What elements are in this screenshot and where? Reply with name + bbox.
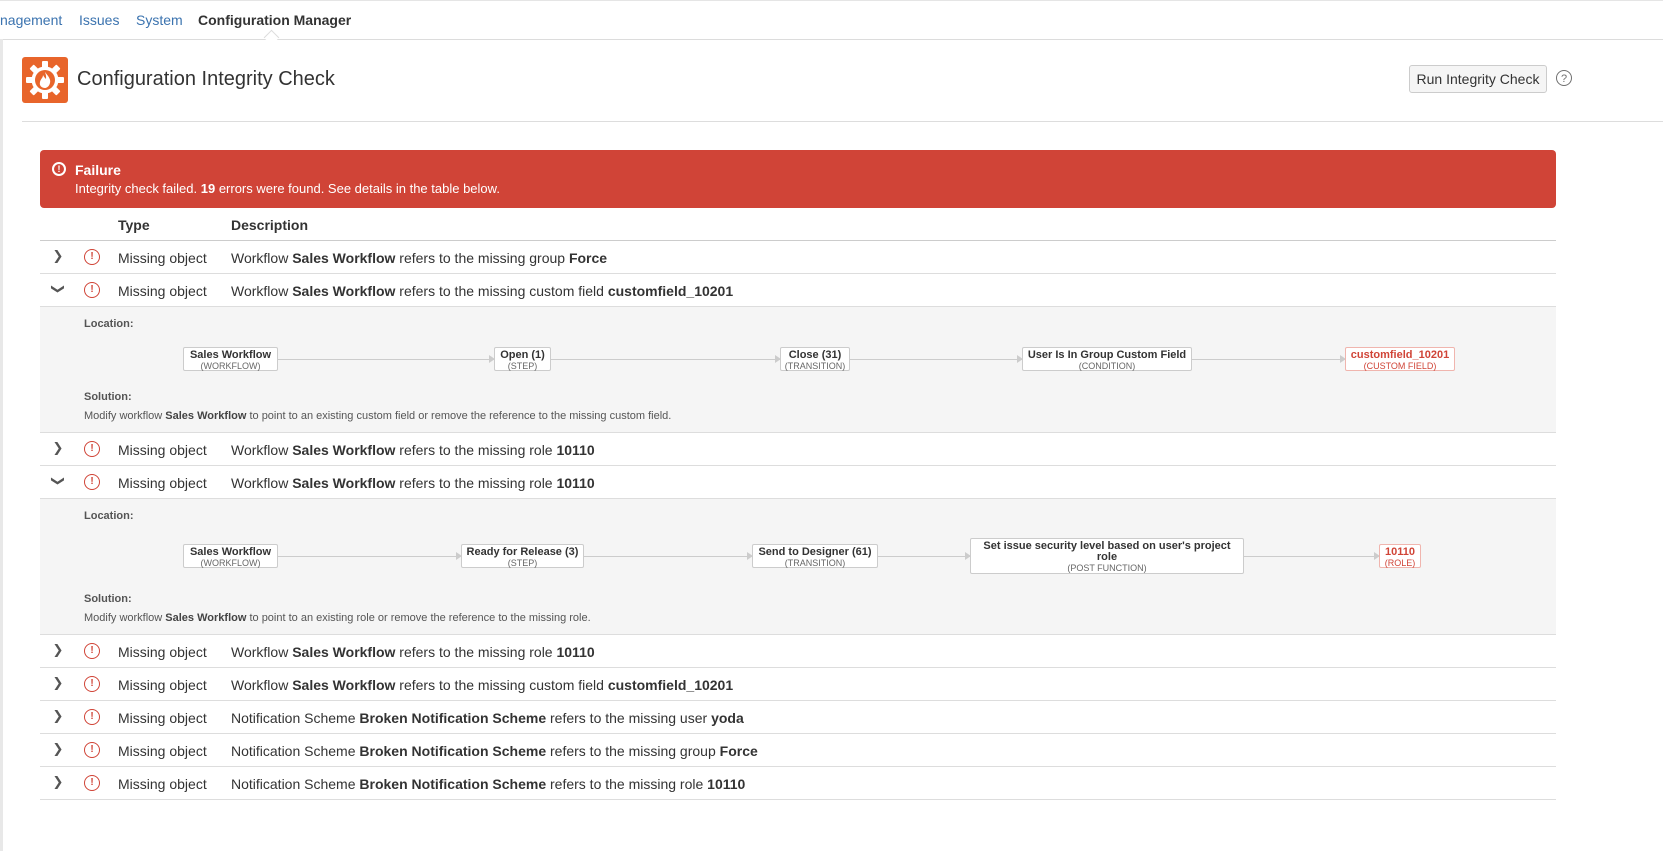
banner-title: Failure (75, 162, 121, 178)
path-node-missing-role: 10110 (ROLE) (1379, 544, 1421, 568)
path-arrow (278, 552, 462, 560)
nav-tab-system[interactable]: System (136, 12, 183, 28)
solution-text: Modify workflow Sales Workflow to point … (84, 612, 591, 624)
error-circle-icon: ! (84, 474, 100, 490)
run-integrity-check-button[interactable]: Run Integrity Check (1409, 65, 1547, 93)
path-arrow (1244, 552, 1380, 560)
table-row: ❯ ! Missing object Notification Scheme B… (40, 767, 1556, 800)
path-arrow (1192, 355, 1346, 363)
table-row: ❯ ! Missing object Workflow Sales Workfl… (40, 635, 1556, 668)
row-type: Missing object (118, 250, 207, 266)
failure-banner: ! Failure Integrity check failed. 19 err… (40, 150, 1556, 208)
table-row: ❯ ! Missing object Workflow Sales Workfl… (40, 241, 1556, 274)
row-description: Workflow Sales Workflow refers to the mi… (231, 250, 608, 266)
path-node-workflow: Sales Workflow (WORKFLOW) (183, 347, 278, 371)
error-circle-icon: ! (84, 441, 100, 457)
path-node-transition: Close (31) (TRANSITION) (780, 347, 850, 371)
row-type: Missing object (118, 442, 207, 458)
row-description: Workflow Sales Workflow refers to the mi… (231, 442, 595, 458)
column-header-type: Type (118, 217, 150, 233)
table-row: ❯ ! Missing object Notification Scheme B… (40, 734, 1556, 767)
error-circle-icon: ! (84, 676, 100, 692)
location-label: Location: (84, 318, 134, 330)
row-type: Missing object (118, 644, 207, 660)
chevron-right-icon[interactable]: ❯ (50, 642, 66, 658)
error-circle-icon: ! (84, 249, 100, 265)
chevron-down-icon[interactable]: ❯ (50, 281, 66, 297)
solution-label: Solution: (84, 391, 132, 403)
banner-message: Integrity check failed. 19 errors were f… (75, 181, 500, 196)
row-description: Workflow Sales Workflow refers to the mi… (231, 283, 734, 299)
location-label: Location: (84, 510, 134, 522)
error-circle-icon: ! (52, 162, 66, 176)
error-circle-icon: ! (84, 643, 100, 659)
path-node-workflow: Sales Workflow (WORKFLOW) (183, 544, 278, 568)
row-description: Workflow Sales Workflow refers to the mi… (231, 644, 595, 660)
row-description: Workflow Sales Workflow refers to the mi… (231, 475, 595, 491)
path-node-step: Open (1) (STEP) (494, 347, 551, 371)
top-navigation: nagement Issues System Configuration Man… (0, 0, 1663, 46)
error-circle-icon: ! (84, 282, 100, 298)
row-type: Missing object (118, 283, 207, 299)
row-description: Notification Scheme Broken Notification … (231, 743, 758, 759)
nav-tab-management[interactable]: nagement (0, 12, 62, 28)
row-description: Notification Scheme Broken Notification … (231, 710, 744, 726)
path-node-missing-custom-field: customfield_10201 (CUSTOM FIELD) (1345, 347, 1455, 371)
chevron-right-icon[interactable]: ❯ (50, 708, 66, 724)
table-header: Type Description (40, 208, 1556, 241)
error-circle-icon: ! (84, 775, 100, 791)
error-circle-icon: ! (84, 709, 100, 725)
path-node-condition: User Is In Group Custom Field (CONDITION) (1022, 347, 1192, 371)
path-node-transition: Send to Designer (61) (TRANSITION) (752, 544, 878, 568)
nav-tab-issues[interactable]: Issues (79, 12, 119, 28)
row-type: Missing object (118, 743, 207, 759)
left-border (0, 39, 3, 851)
row-detail-panel: Location: Sales Workflow (WORKFLOW) Open … (40, 307, 1556, 433)
page-title: Configuration Integrity Check (77, 68, 335, 90)
error-count: 19 (200, 181, 216, 196)
table-row: ❯ ! Missing object Notification Scheme B… (40, 701, 1556, 734)
solution-label: Solution: (84, 593, 132, 605)
chevron-down-icon[interactable]: ❯ (50, 473, 66, 489)
row-type: Missing object (118, 710, 207, 726)
path-node-post-function: Set issue security level based on user's… (970, 538, 1244, 574)
results-table: Type Description ❯ ! Missing object Work… (40, 208, 1556, 800)
table-row: ❯ ! Missing object Workflow Sales Workfl… (40, 274, 1556, 307)
header-divider (22, 121, 1663, 122)
gear-flame-logo-icon (22, 57, 68, 103)
path-arrow (850, 355, 1023, 363)
table-row: ❯ ! Missing object Workflow Sales Workfl… (40, 433, 1556, 466)
row-type: Missing object (118, 776, 207, 792)
table-row: ❯ ! Missing object Workflow Sales Workfl… (40, 466, 1556, 499)
path-arrow (551, 355, 781, 363)
chevron-right-icon[interactable]: ❯ (50, 774, 66, 790)
solution-text: Modify workflow Sales Workflow to point … (84, 410, 672, 422)
nav-tab-configuration-manager[interactable]: Configuration Manager (198, 12, 351, 28)
row-type: Missing object (118, 475, 207, 491)
active-tab-caret (263, 29, 280, 46)
chevron-right-icon[interactable]: ❯ (50, 248, 66, 264)
error-circle-icon: ! (84, 742, 100, 758)
chevron-right-icon[interactable]: ❯ (50, 741, 66, 757)
row-description: Workflow Sales Workflow refers to the mi… (231, 677, 734, 693)
table-row: ❯ ! Missing object Workflow Sales Workfl… (40, 668, 1556, 701)
row-detail-panel: Location: Sales Workflow (WORKFLOW) Ready… (40, 499, 1556, 635)
help-icon[interactable]: ? (1556, 70, 1572, 86)
chevron-right-icon[interactable]: ❯ (50, 440, 66, 456)
path-arrow (584, 552, 753, 560)
path-arrow (278, 355, 495, 363)
chevron-right-icon[interactable]: ❯ (50, 675, 66, 691)
path-node-step: Ready for Release (3) (STEP) (461, 544, 584, 568)
column-header-description: Description (231, 217, 309, 233)
path-arrow (878, 552, 971, 560)
row-description: Notification Scheme Broken Notification … (231, 776, 746, 792)
row-type: Missing object (118, 677, 207, 693)
